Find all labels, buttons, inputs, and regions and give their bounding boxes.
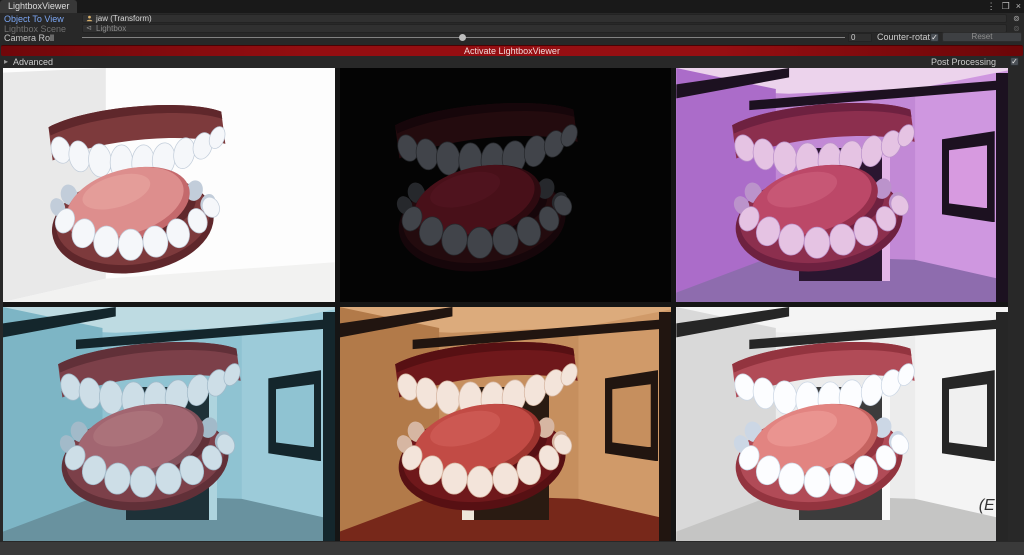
object-picker-icon[interactable]: ⊚ xyxy=(1011,14,1022,23)
advanced-foldout-caret-icon[interactable]: ▸ xyxy=(4,57,8,67)
object-to-view-field[interactable]: jaw (Transform) xyxy=(82,14,1007,23)
preview-pane-white[interactable] xyxy=(3,68,335,302)
advanced-foldout-label[interactable]: Advanced xyxy=(13,57,53,67)
lightbox-scene-field[interactable]: ⊲ Lightbox xyxy=(82,24,1007,33)
check-icon: ✓ xyxy=(931,33,938,42)
post-processing-label: Post Processing xyxy=(930,57,996,67)
window-layout-icon[interactable]: ❐ xyxy=(1002,0,1010,13)
preview-pane-gray[interactable]: (E xyxy=(676,307,1008,541)
activate-lightboxviewer-button[interactable]: Activate LightboxViewer xyxy=(1,45,1023,56)
object-field-value: jaw (Transform) xyxy=(96,14,152,23)
post-processing-checkbox[interactable]: ✓ xyxy=(1010,57,1019,66)
denture-model xyxy=(392,102,581,281)
counter-rotate-checkbox[interactable]: ✓ xyxy=(930,33,939,42)
preview-pane-dark[interactable] xyxy=(339,68,672,302)
object-to-view-label: Object To View xyxy=(4,14,64,24)
denture-model xyxy=(56,341,244,520)
advanced-row: ▸ Advanced Post Processing ✓ xyxy=(0,57,1024,67)
camera-roll-slider-thumb[interactable] xyxy=(459,34,466,41)
lightboxviewer-window: LightboxViewer ⋮ ❐ × Object To View jaw … xyxy=(0,0,1024,555)
preview-pane-purple[interactable] xyxy=(676,68,1008,302)
wall-text: (E xyxy=(978,497,995,515)
preview-pane-orange[interactable] xyxy=(339,307,672,541)
counter-rotate-label: Counter-rotate xyxy=(877,32,936,42)
window-footer xyxy=(0,542,1024,555)
scene-field-value: Lightbox xyxy=(96,24,127,33)
reset-button[interactable]: Reset xyxy=(942,32,1022,42)
transform-avatar-icon xyxy=(86,15,93,22)
window-menu-icon[interactable]: ⋮ xyxy=(987,0,996,13)
camera-roll-value-field[interactable]: 0 xyxy=(848,33,872,42)
window-close-icon[interactable]: × xyxy=(1016,0,1021,13)
camera-roll-label: Camera Roll xyxy=(4,33,55,43)
scene-asset-icon: ⊲ xyxy=(86,25,92,32)
lightbox-preview-grid: (E xyxy=(3,68,1008,541)
denture-model xyxy=(729,102,918,281)
denture-model xyxy=(729,341,918,520)
tab-lightboxviewer[interactable]: LightboxViewer xyxy=(0,0,78,13)
check-icon: ✓ xyxy=(1011,57,1018,66)
denture-model xyxy=(45,105,228,283)
tab-bar: LightboxViewer ⋮ ❐ × xyxy=(0,0,1024,13)
preview-pane-blue[interactable] xyxy=(3,307,335,541)
denture-model xyxy=(392,341,581,520)
